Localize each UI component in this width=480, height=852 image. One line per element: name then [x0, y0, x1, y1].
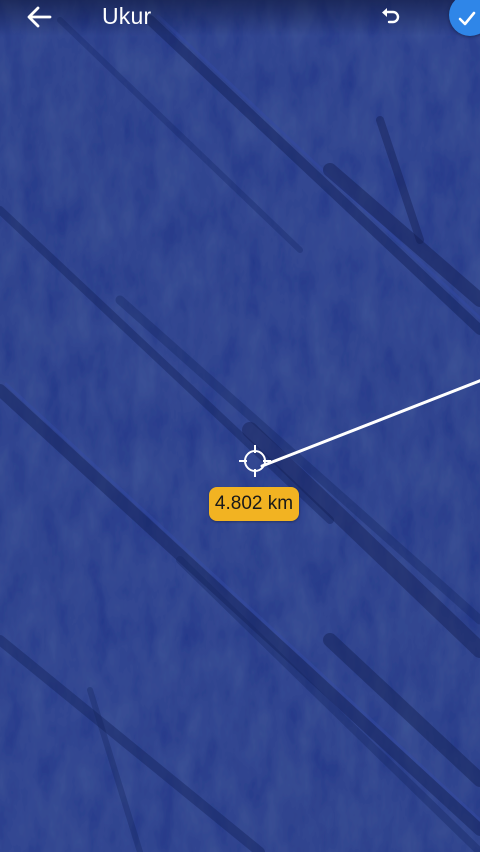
top-app-bar: Ukur — [0, 0, 480, 36]
satellite-map[interactable] — [0, 0, 480, 852]
done-button[interactable] — [449, 0, 480, 36]
undo-icon — [382, 8, 400, 24]
check-icon — [458, 11, 476, 26]
ocean-floor-texture — [0, 0, 480, 852]
page-title: Ukur — [102, 3, 152, 29]
back-button[interactable] — [22, 2, 56, 32]
map-screen: 4.802 km Ukur — [0, 0, 480, 852]
undo-button[interactable] — [374, 3, 406, 31]
arrow-left-icon — [27, 6, 52, 28]
distance-badge: 4.802 km — [209, 487, 299, 521]
